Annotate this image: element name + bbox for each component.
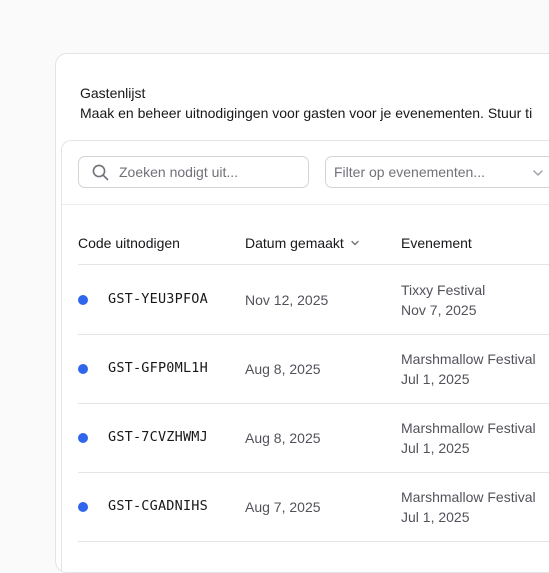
- search-input[interactable]: [119, 157, 304, 187]
- event-name: Marshmallow Festival: [401, 351, 536, 367]
- status-dot: [78, 364, 88, 374]
- guest-table-panel: Filter op evenementen... Code uitnodigen…: [61, 140, 549, 572]
- invite-code: GST-7CVZHWMJ: [108, 429, 208, 445]
- created-date: Aug 7, 2025: [245, 499, 321, 515]
- column-header-code: Code uitnodigen: [78, 235, 180, 251]
- event-filter-select[interactable]: Filter op evenementen...: [325, 156, 549, 188]
- page-title: Gastenlijst: [80, 85, 146, 101]
- chevron-down-icon: [533, 170, 543, 176]
- status-dot: [78, 295, 88, 305]
- chevron-down-icon: [351, 240, 359, 246]
- column-header-event: Evenement: [401, 235, 472, 251]
- invite-code: GST-CGADNIHS: [108, 498, 208, 514]
- card-header: Gastenlijst Maak en beheer uitnodigingen…: [80, 85, 532, 122]
- search-box[interactable]: [78, 156, 309, 188]
- guest-list-card: Gastenlijst Maak en beheer uitnodigingen…: [55, 53, 549, 573]
- status-dot: [78, 433, 88, 443]
- event-name: Tixxy Festival: [401, 282, 486, 298]
- status-dot: [78, 502, 88, 512]
- table-row[interactable]: GST-7CVZHWMJ Aug 8, 2025 Marshmallow Fes…: [78, 404, 549, 473]
- created-date: Nov 12, 2025: [245, 292, 329, 308]
- table-row[interactable]: GST-GFP0ML1H Aug 8, 2025 Marshmallow Fes…: [78, 335, 549, 404]
- created-date: Aug 8, 2025: [245, 430, 321, 446]
- event-date: Jul 1, 2025: [401, 509, 470, 525]
- event-date: Jul 1, 2025: [401, 371, 470, 387]
- event-name: Marshmallow Festival: [401, 489, 536, 505]
- event-date: Jul 1, 2025: [401, 440, 470, 456]
- table-row[interactable]: GST-CGADNIHS Aug 7, 2025 Marshmallow Fes…: [78, 473, 549, 542]
- event-filter-placeholder: Filter op evenementen...: [334, 164, 485, 180]
- invite-code: GST-GFP0ML1H: [108, 360, 208, 376]
- column-header-date-label: Datum gemaakt: [245, 235, 344, 251]
- event-date: Nov 7, 2025: [401, 302, 477, 318]
- created-date: Aug 8, 2025: [245, 361, 321, 377]
- table-toolbar: Filter op evenementen...: [62, 141, 549, 205]
- table-row[interactable]: GST-YEU3PFOA Nov 12, 2025 Tixxy Festival…: [78, 266, 549, 335]
- table-body: GST-YEU3PFOA Nov 12, 2025 Tixxy Festival…: [78, 266, 549, 542]
- search-icon: [92, 164, 109, 181]
- page-description: Maak en beheer uitnodigingen voor gasten…: [80, 105, 533, 121]
- table-header: Code uitnodigen Datum gemaakt Evenement: [78, 205, 549, 265]
- event-name: Marshmallow Festival: [401, 420, 536, 436]
- column-header-date-sort[interactable]: Datum gemaakt: [245, 235, 360, 251]
- invite-code: GST-YEU3PFOA: [108, 291, 208, 307]
